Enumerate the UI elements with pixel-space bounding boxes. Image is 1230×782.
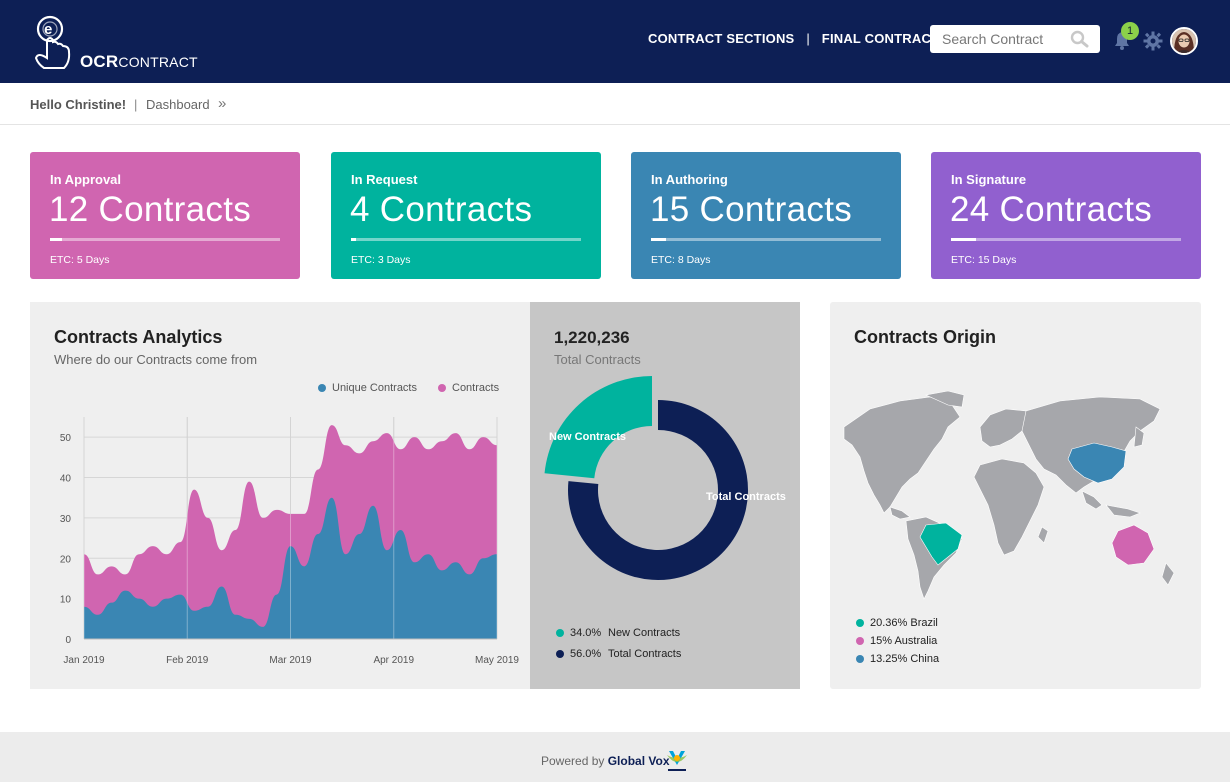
footer-brand-link[interactable]: Global Vox [608, 754, 670, 768]
card-label: In Approval [50, 172, 122, 187]
notification-badge: 1 [1121, 22, 1139, 40]
card-in-approval[interactable]: In Approval 12 Contracts ETC: 5 Days [30, 152, 300, 279]
australia-shape[interactable] [1111, 524, 1155, 566]
card-label: In Signature [951, 172, 1027, 187]
card-value: 4 Contracts [350, 190, 533, 229]
card-progress-track [50, 238, 280, 241]
north-america-shape [843, 396, 961, 514]
southeast-asia-shape [1081, 490, 1103, 510]
indonesia-shape [1105, 504, 1141, 518]
user-avatar-icon [1172, 29, 1196, 53]
analytics-panel: Contracts Analytics Where do our Contrac… [30, 302, 530, 689]
card-progress-fill [951, 238, 977, 241]
card-in-request[interactable]: In Request 4 Contracts ETC: 3 Days [331, 152, 601, 279]
legend-dot [856, 637, 864, 645]
top-header: e OCRCONTRACT CONTRACT SECTIONS | FINAL … [0, 0, 1230, 83]
footer-text: Powered by Global Vox [541, 754, 670, 768]
y-tick-label: 10 [60, 595, 72, 606]
footer: Powered by Global Vox [0, 732, 1230, 782]
legend-pct: 56.0% [570, 648, 602, 660]
search-box [930, 25, 1100, 53]
card-value: 24 Contracts [950, 190, 1153, 229]
search-input[interactable] [930, 25, 1060, 53]
card-progress-track [951, 238, 1181, 241]
africa-shape [973, 458, 1045, 556]
card-etc: ETC: 15 Days [951, 254, 1017, 266]
card-progress-fill [351, 238, 356, 241]
footer-powered-label: Powered by [541, 754, 605, 768]
greeting-text: Hello Christine! [30, 97, 127, 112]
legend-label: Total Contracts [608, 648, 682, 660]
gear-icon[interactable] [1143, 31, 1163, 51]
legend-label: New Contracts [608, 627, 681, 639]
card-label: In Authoring [651, 172, 728, 187]
x-tick-label: Feb 2019 [166, 655, 209, 666]
origin-title: Contracts Origin [854, 327, 997, 347]
card-in-signature[interactable]: In Signature 24 Contracts ETC: 15 Days [931, 152, 1201, 279]
y-tick-label: 50 [60, 433, 72, 444]
logo-text: OCRCONTRACT [80, 52, 198, 71]
total-contracts-panel: 1,220,236 Total Contracts New Contracts T… [530, 302, 800, 689]
hand-touch-logo-icon: e [34, 15, 71, 69]
breadcrumb: Hello Christine! | Dashboard » [0, 83, 1230, 125]
origin-legend-brazil: 20.36% Brazil [856, 617, 938, 629]
donut-label-new: New Contracts [549, 431, 626, 443]
legend-dot [856, 655, 864, 663]
card-etc: ETC: 3 Days [351, 254, 411, 266]
japan-shape [1133, 426, 1145, 448]
area-chart[interactable]: 0 10 20 30 40 50 Jan 2019 Feb 2019 Mar 2019 Apr 2… [30, 302, 530, 689]
legend-label: 15% Australia [870, 635, 938, 647]
donut-legend-new: 34.0% New Contracts [556, 627, 680, 639]
new-zealand-shape [1161, 562, 1175, 586]
y-tick-label: 0 [65, 635, 71, 646]
legend-dot [556, 650, 564, 658]
donut-slice-new-contracts[interactable] [544, 376, 652, 479]
world-map-land [843, 390, 1175, 600]
card-progress-track [351, 238, 581, 241]
madagascar-shape [1037, 526, 1049, 544]
x-tick-label: May 2019 [475, 655, 519, 666]
legend-pct: 34.0% [570, 627, 602, 639]
card-progress-fill [651, 238, 666, 241]
card-progress-fill [50, 238, 62, 241]
legend-dot [556, 629, 564, 637]
donut-legend-total: 56.0% Total Contracts [556, 648, 681, 660]
legend-label: 13.25% China [870, 653, 940, 665]
origin-legend-china: 13.25% China [856, 653, 939, 665]
x-tick-label: Apr 2019 [373, 655, 414, 666]
world-map[interactable] [830, 387, 1201, 617]
total-value: 1,220,236 [554, 328, 630, 347]
breadcrumb-separator: | [134, 97, 138, 112]
x-tick-label: Jan 2019 [63, 655, 105, 666]
y-tick-label: 20 [60, 554, 72, 565]
card-label: In Request [351, 172, 418, 187]
app-logo[interactable]: e OCRCONTRACT [28, 14, 198, 72]
origin-panel: Contracts Origin 20.36% Brazil 15% Austr… [830, 302, 1201, 689]
card-etc: ETC: 5 Days [50, 254, 110, 266]
legend-dot [856, 619, 864, 627]
breadcrumb-arrow: » [218, 95, 227, 112]
central-america-shape [889, 506, 911, 520]
donut-chart[interactable]: New Contracts Total Contracts [530, 362, 800, 672]
card-value: 12 Contracts [49, 190, 252, 229]
nav-contract-sections[interactable]: CONTRACT SECTIONS [648, 31, 794, 46]
y-tick-label: 30 [60, 514, 72, 525]
avatar[interactable] [1170, 27, 1198, 55]
global-vox-logo-icon [667, 751, 687, 771]
card-etc: ETC: 8 Days [651, 254, 711, 266]
legend-label: 20.36% Brazil [870, 617, 938, 629]
top-navigation: CONTRACT SECTIONS | FINAL CONTRACTS [648, 31, 948, 46]
origin-legend-australia: 15% Australia [856, 635, 937, 647]
card-in-authoring[interactable]: In Authoring 15 Contracts ETC: 8 Days [631, 152, 901, 279]
nav-separator: | [806, 31, 810, 46]
card-value: 15 Contracts [650, 190, 853, 229]
card-progress-track [651, 238, 881, 241]
y-tick-label: 40 [60, 474, 72, 485]
breadcrumb-dashboard[interactable]: Dashboard [146, 97, 210, 112]
x-tick-label: Mar 2019 [269, 655, 312, 666]
search-icon[interactable] [1070, 30, 1090, 48]
donut-label-total: Total Contracts [706, 491, 786, 503]
